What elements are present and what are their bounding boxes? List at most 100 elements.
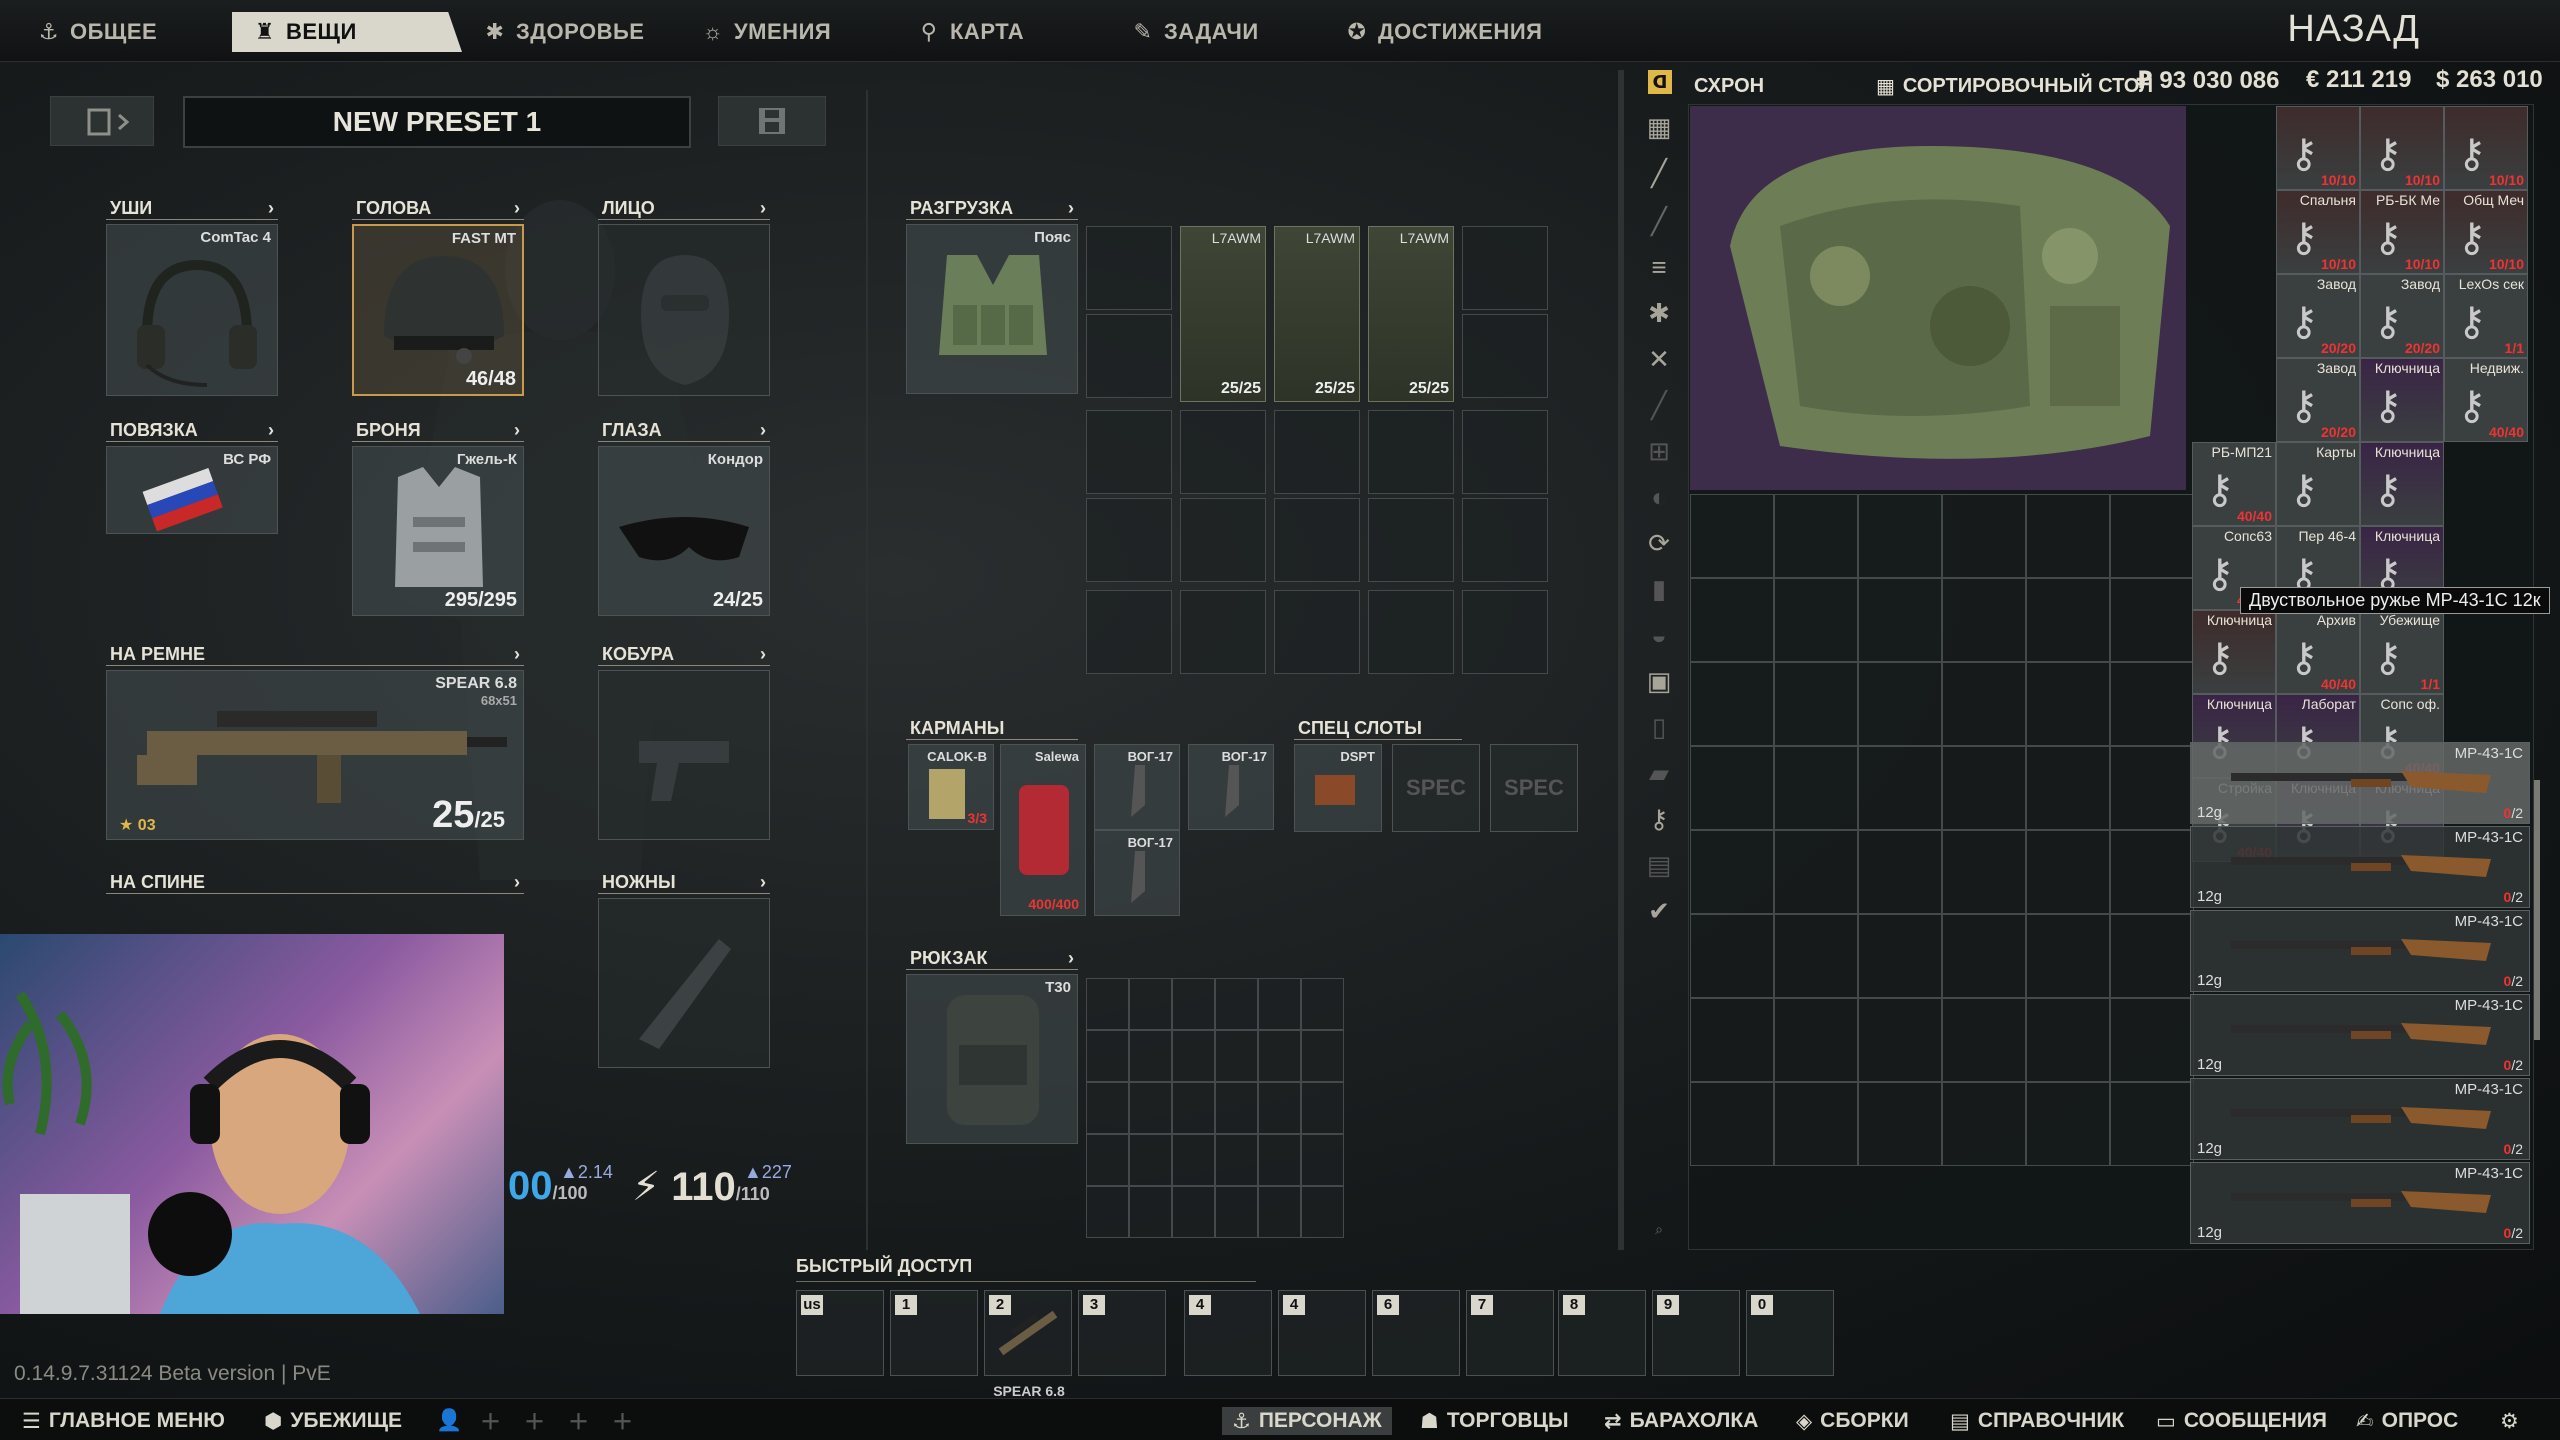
character-button[interactable]: ⚓ ПЕРСОНАЖ — [1222, 1407, 1392, 1435]
stash-cell[interactable] — [2026, 746, 2110, 830]
stash-cell[interactable] — [1858, 662, 1942, 746]
stash-key-item[interactable]: ⚷ 10/10 — [2276, 106, 2360, 190]
pocket-item-salewa[interactable]: Salewa 400/400 — [1000, 744, 1086, 916]
handbook-button[interactable]: ▤ СПРАВОЧНИК — [1950, 1407, 2124, 1435]
quick-access-slot[interactable]: us — [796, 1290, 884, 1376]
stash-cell[interactable] — [1690, 1082, 1774, 1166]
stash-cell[interactable] — [2026, 662, 2110, 746]
slot-armor[interactable]: Гжель-К 295/295 — [352, 446, 524, 616]
stash-cell[interactable] — [1942, 494, 2026, 578]
slot-header-holster[interactable]: КОБУРА › — [598, 644, 770, 666]
filter-icon[interactable]: ▰ — [1636, 750, 1682, 796]
rig-cell[interactable] — [1368, 590, 1454, 674]
check-filter-icon[interactable]: ✔ — [1636, 888, 1682, 934]
stash-cell[interactable] — [2026, 914, 2110, 998]
rig-cell[interactable] — [1086, 314, 1172, 398]
slot-header-head[interactable]: ГОЛОВА › — [352, 198, 524, 220]
stash-item-backpack[interactable] — [1690, 106, 2186, 490]
survey-button[interactable]: ✍ ОПРОС — [2356, 1407, 2458, 1435]
filter-icon[interactable]: ◒ — [1636, 612, 1682, 658]
backpack-cell[interactable] — [1258, 1186, 1301, 1238]
backpack-cell[interactable] — [1215, 1030, 1258, 1082]
backpack-cell[interactable] — [1258, 978, 1301, 1030]
slot-holster[interactable] — [598, 670, 770, 840]
backpack-cell[interactable] — [1086, 1082, 1129, 1134]
rig-cell[interactable] — [1462, 410, 1548, 494]
stash-cell[interactable] — [1690, 746, 1774, 830]
slot-rig[interactable]: Пояс — [906, 224, 1078, 394]
pocket-item-calok[interactable]: CALOK-B 3/3 — [908, 744, 994, 830]
hideout-button[interactable]: ⬢ УБЕЖИЩЕ — [264, 1407, 402, 1435]
stash-cell[interactable] — [1858, 914, 1942, 998]
special-slot-empty[interactable]: SPEC — [1392, 744, 1480, 832]
stash-cell[interactable] — [1690, 914, 1774, 998]
group-slot-add[interactable]: ＋ — [612, 1407, 633, 1435]
slot-armband[interactable]: ВС РФ — [106, 446, 278, 534]
quick-access-slot[interactable]: 8 — [1558, 1290, 1646, 1376]
stash-key-item[interactable]: LexOs сек ⚷ 1/1 — [2444, 274, 2528, 358]
slot-face[interactable] — [598, 224, 770, 396]
keys-filter-icon[interactable]: ⚷ — [1636, 796, 1682, 842]
slot-head[interactable]: FAST MT 46/48 — [352, 224, 524, 396]
backpack-cell[interactable] — [1086, 1030, 1129, 1082]
stash-shotgun-item[interactable]: МР-43-1С 12g 0/2 — [2190, 1078, 2530, 1160]
stash-shotgun-item[interactable]: МР-43-1С 12g 0/2 — [2190, 1162, 2530, 1244]
stash-key-item[interactable]: РБ-БК Ме ⚷ 10/10 — [2360, 190, 2444, 274]
stash-shotgun-item[interactable]: МР-43-1С 12g 0/2 — [2190, 910, 2530, 992]
stash-cell[interactable] — [2110, 914, 2194, 998]
settings-button[interactable]: ⚙ — [2500, 1407, 2519, 1435]
stash-key-item[interactable]: Завод ⚷ 20/20 — [2276, 358, 2360, 442]
stash-cell[interactable] — [1942, 662, 2026, 746]
tab-tasks[interactable]: ✎ ЗАДАЧИ — [1110, 12, 1281, 52]
preset-name[interactable]: NEW PRESET 1 — [183, 96, 691, 148]
rig-cell[interactable] — [1274, 410, 1360, 494]
stash-key-item[interactable]: Карты ⚷ — [2276, 442, 2360, 526]
backpack-cell[interactable] — [1301, 978, 1344, 1030]
backpack-cell[interactable] — [1215, 978, 1258, 1030]
backpack-cell[interactable] — [1129, 1030, 1172, 1082]
stash-shotgun-item[interactable]: МР-43-1С 12g 0/2 — [2190, 826, 2530, 908]
filter-icon[interactable]: ▮ — [1636, 566, 1682, 612]
special-slot-dspt[interactable]: DSPT — [1294, 744, 1382, 832]
slot-eyes[interactable]: Кондор 24/25 — [598, 446, 770, 616]
stash-cell[interactable] — [2026, 830, 2110, 914]
stash-cell[interactable] — [1774, 494, 1858, 578]
rig-cell[interactable] — [1086, 590, 1172, 674]
backpack-cell[interactable] — [1172, 1082, 1215, 1134]
preset-menu-button[interactable] — [50, 96, 154, 146]
flea-market-button[interactable]: ⇄ БАРАХОЛКА — [1604, 1407, 1758, 1435]
stash-cell[interactable] — [2026, 578, 2110, 662]
stash-cell[interactable] — [1774, 1082, 1858, 1166]
stash-cell[interactable] — [1858, 746, 1942, 830]
backpack-cell[interactable] — [1301, 1134, 1344, 1186]
tab-general[interactable]: ⚓ ОБЩЕЕ — [16, 12, 179, 52]
sort-table-tab[interactable]: ▦ СОРТИРОВОЧНЫЙ СТОЛ — [1876, 70, 2153, 102]
stash-cell[interactable] — [1774, 578, 1858, 662]
stash-cell[interactable] — [1774, 662, 1858, 746]
rig-magazine[interactable]: L7AWM 25/25 — [1274, 226, 1360, 402]
stash-cell[interactable] — [1942, 746, 2026, 830]
stash-cell[interactable] — [1942, 1082, 2026, 1166]
group-slot-add[interactable]: ＋ — [524, 1407, 545, 1435]
group-slot-add[interactable]: ＋ — [480, 1407, 501, 1435]
stash-cell[interactable] — [1690, 998, 1774, 1082]
filter-icon[interactable]: ◐ — [1636, 474, 1682, 520]
stash-cell[interactable] — [1774, 998, 1858, 1082]
rig-cell[interactable] — [1086, 410, 1172, 494]
slot-ears[interactable]: ComTac 4 — [106, 224, 278, 396]
filter-icon[interactable]: ▤ — [1636, 842, 1682, 888]
melee-filter-icon[interactable]: ✕ — [1636, 336, 1682, 382]
stash-cell[interactable] — [2110, 578, 2194, 662]
rig-cell[interactable] — [1462, 590, 1548, 674]
stash-key-item[interactable]: Недвиж. ⚷ 40/40 — [2444, 358, 2528, 442]
rig-cell[interactable] — [1462, 314, 1548, 398]
stash-cell[interactable] — [2110, 998, 2194, 1082]
quick-access-slot[interactable]: 9 — [1652, 1290, 1740, 1376]
backpack-cell[interactable] — [1301, 1186, 1344, 1238]
rig-cell[interactable] — [1180, 590, 1266, 674]
container-filter-icon[interactable]: ▣ — [1636, 658, 1682, 704]
rig-cell[interactable] — [1086, 226, 1172, 310]
backpack-cell[interactable] — [1172, 1134, 1215, 1186]
slot-sheath[interactable] — [598, 898, 770, 1068]
slot-sling-weapon[interactable]: SPEAR 6.8 68x51 ★ 03 25/25 — [106, 670, 524, 840]
